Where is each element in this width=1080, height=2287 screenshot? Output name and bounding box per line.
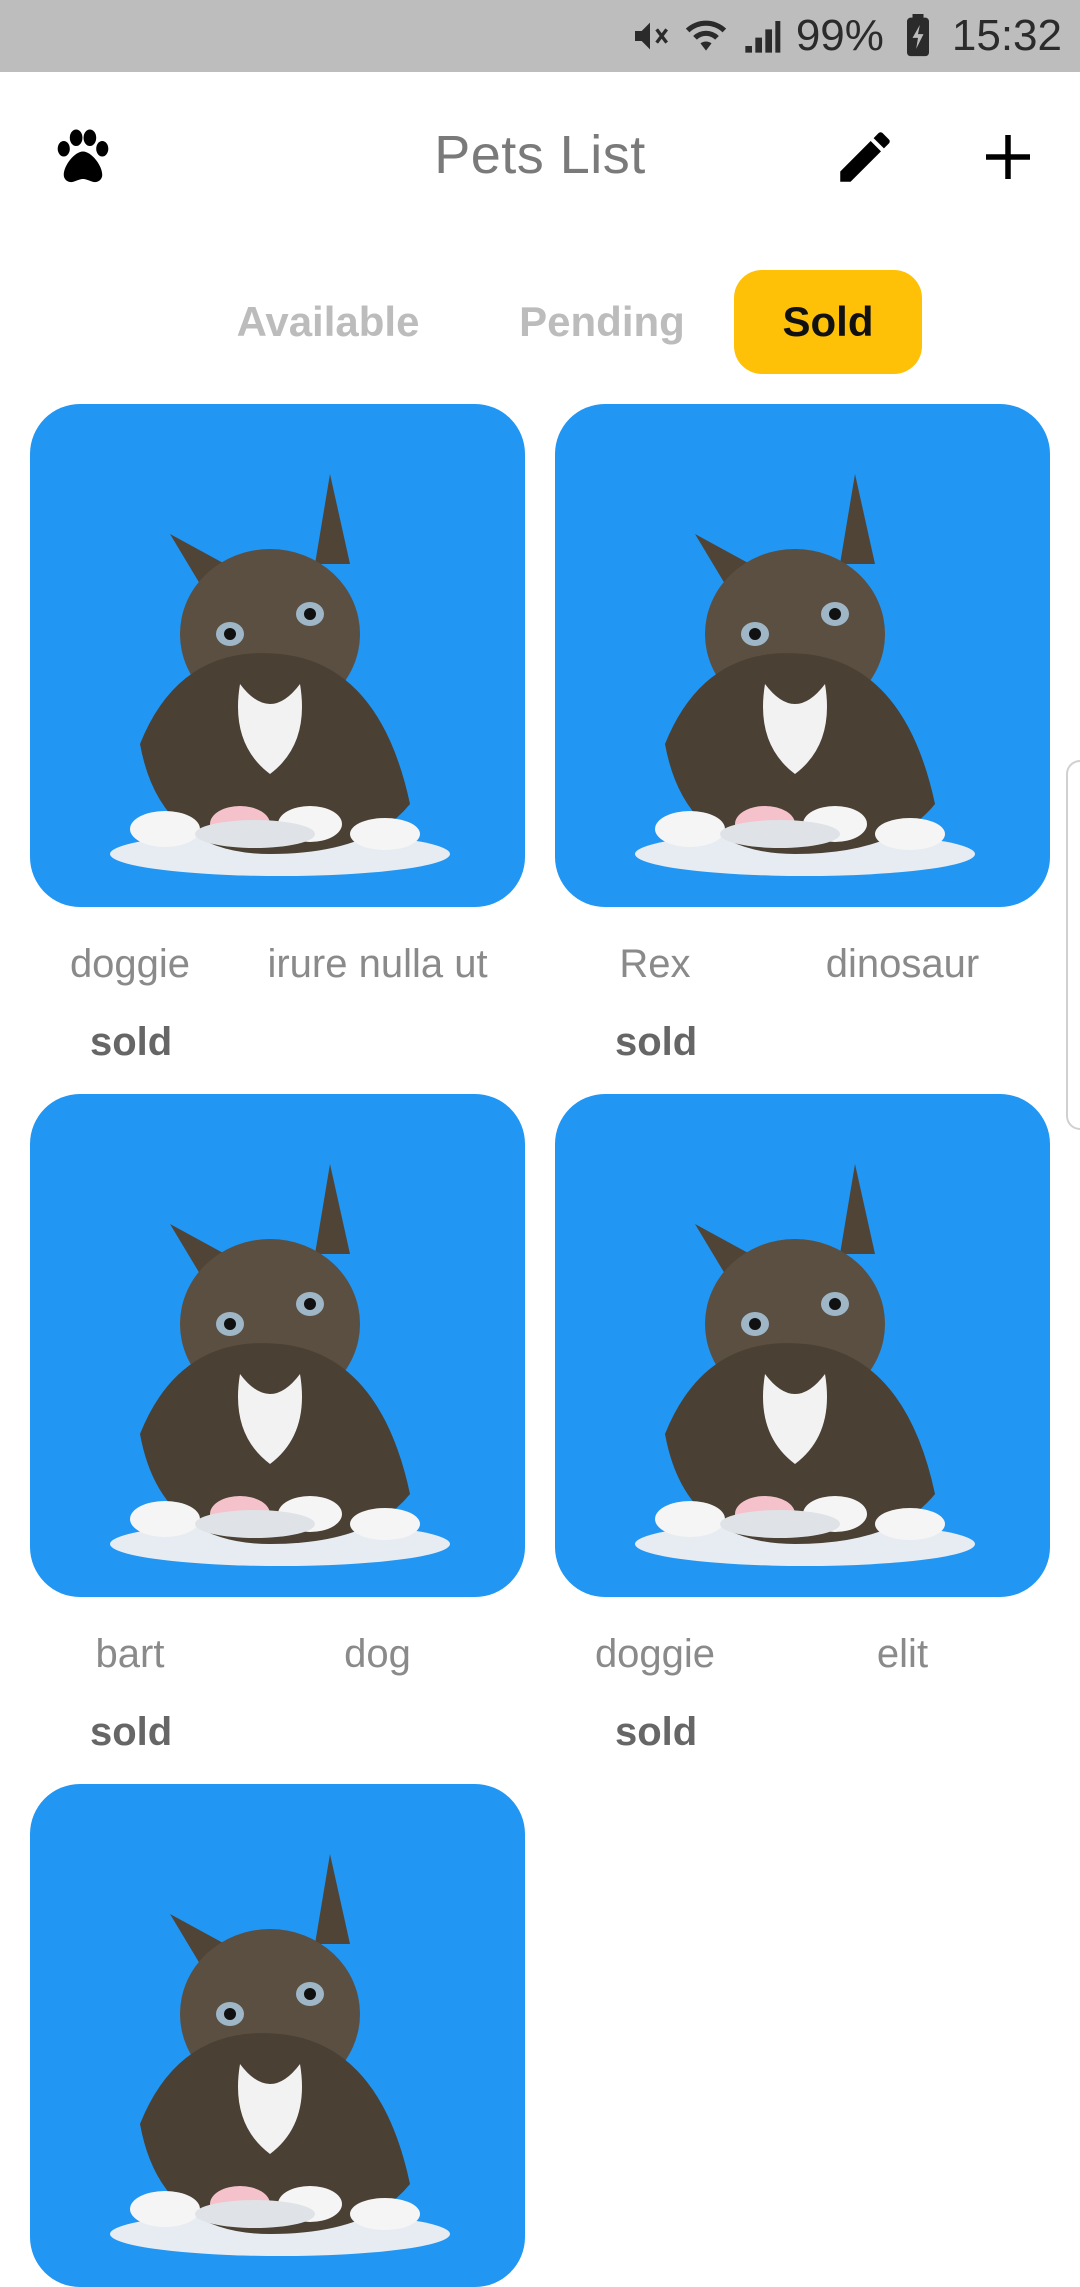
tab-pending[interactable]: Pending	[510, 270, 694, 374]
pet-category: dinosaur	[825, 942, 980, 986]
add-icon[interactable]	[975, 124, 1041, 190]
pet-card[interactable]	[30, 1784, 525, 2287]
tab-sold[interactable]: Sold	[734, 270, 922, 374]
wifi-icon	[684, 14, 728, 58]
pet-image	[30, 404, 525, 907]
pet-category: elit	[876, 1632, 929, 1676]
pet-status: sold	[90, 1020, 173, 1064]
app-bar: Pets List	[0, 72, 1080, 242]
pet-category: irure nulla ut	[267, 942, 488, 986]
page-title: Pets List	[434, 125, 646, 185]
pet-card[interactable]: doggie irure nulla ut sold	[30, 404, 525, 1064]
clock: 15:32	[951, 11, 1062, 60]
pet-image	[555, 1094, 1050, 1597]
pet-meta: Rex dinosaur	[555, 932, 1050, 992]
pet-status: sold	[615, 1020, 698, 1064]
pet-category: dog	[344, 1632, 411, 1676]
pet-image	[30, 1094, 525, 1597]
pet-name: doggie	[69, 942, 191, 986]
status-tabs: Available Pending Sold	[0, 270, 1080, 374]
pet-image	[555, 404, 1050, 907]
pet-card[interactable]: doggie elit sold	[555, 1094, 1050, 1754]
status-bar: 99% 15:32	[0, 0, 1080, 72]
battery-charging-icon	[896, 14, 940, 58]
pet-image	[30, 1784, 525, 2287]
pet-meta: doggie elit	[555, 1622, 1050, 1682]
pet-status: sold	[615, 1710, 698, 1754]
scroll-handle[interactable]	[1066, 760, 1080, 1130]
signal-icon	[740, 14, 784, 58]
mute-icon	[628, 14, 672, 58]
pet-status: sold	[90, 1710, 173, 1754]
pet-card[interactable]: Rex dinosaur sold	[555, 404, 1050, 1064]
pet-name: doggie	[594, 1632, 716, 1676]
pet-card[interactable]: bart dog sold	[30, 1094, 525, 1754]
edit-icon[interactable]	[832, 124, 898, 190]
pet-meta: bart dog	[30, 1622, 525, 1682]
pet-name: Rex	[619, 942, 691, 986]
tab-available[interactable]: Available	[228, 270, 428, 374]
pet-meta: doggie irure nulla ut	[30, 932, 525, 992]
pet-name: bart	[95, 1632, 165, 1676]
battery-percent: 99%	[795, 11, 884, 60]
